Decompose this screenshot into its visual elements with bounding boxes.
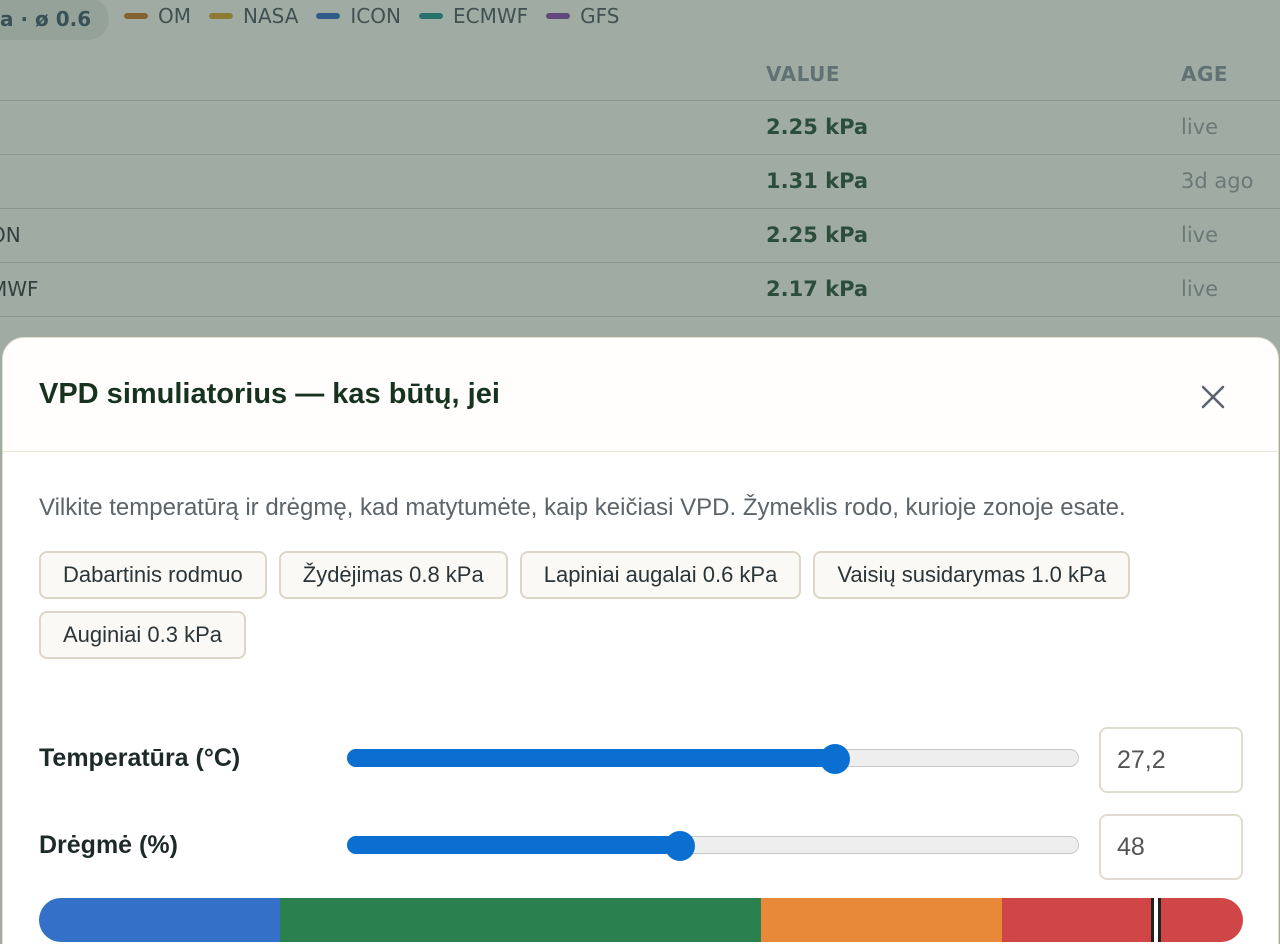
close-icon (1201, 385, 1225, 409)
preset-button[interactable]: Auginiai 0.3 kPa (39, 611, 246, 659)
preset-button[interactable]: Vaisių susidarymas 1.0 kPa (813, 551, 1130, 599)
temperature-label: Temperatūra (°C) (39, 744, 241, 772)
preset-button[interactable]: Žydėjimas 0.8 kPa (278, 551, 508, 599)
humidity-slider-fill (347, 836, 681, 854)
vpd-simulator-modal: VPD simuliatorius — kas būtų, jei Vilkit… (2, 337, 1279, 944)
preset-buttons: Dabartinis rodmuo Žydėjimas 0.8 kPa Lapini… (39, 551, 1239, 659)
vpd-zone-segment (761, 898, 1003, 942)
vpd-zone-segment (1002, 898, 1243, 942)
humidity-input[interactable] (1099, 814, 1243, 880)
temperature-slider-thumb[interactable] (819, 744, 850, 774)
preset-button[interactable]: Dabartinis rodmuo (39, 551, 267, 599)
preset-button[interactable]: Lapiniai augalai 0.6 kPa (519, 551, 802, 599)
vpd-zone-segment (39, 898, 280, 942)
humidity-label: Drėgmė (%) (39, 831, 178, 859)
modal-title: VPD simuliatorius — kas būtų, jei (39, 378, 500, 410)
modal-header: VPD simuliatorius — kas būtų, jei (3, 338, 1278, 452)
vpd-zone-marker (1151, 898, 1162, 942)
humidity-slider-thumb[interactable] (665, 831, 696, 861)
temperature-input[interactable] (1099, 727, 1243, 793)
close-button[interactable] (1198, 382, 1228, 412)
temperature-slider-fill (347, 749, 835, 767)
modal-body: Vilkite temperatūrą ir drėgmę, kad matyt… (3, 486, 1278, 659)
humidity-slider[interactable] (347, 836, 1079, 854)
vpd-zone-segment (279, 898, 762, 942)
temperature-control: Temperatūra (°C) (39, 727, 1243, 793)
vpd-zone-bar (39, 898, 1243, 942)
humidity-control: Drėgmė (%) (39, 814, 1243, 880)
temperature-slider[interactable] (347, 749, 1079, 767)
modal-description: Vilkite temperatūrą ir drėgmę, kad matyt… (39, 494, 1126, 521)
